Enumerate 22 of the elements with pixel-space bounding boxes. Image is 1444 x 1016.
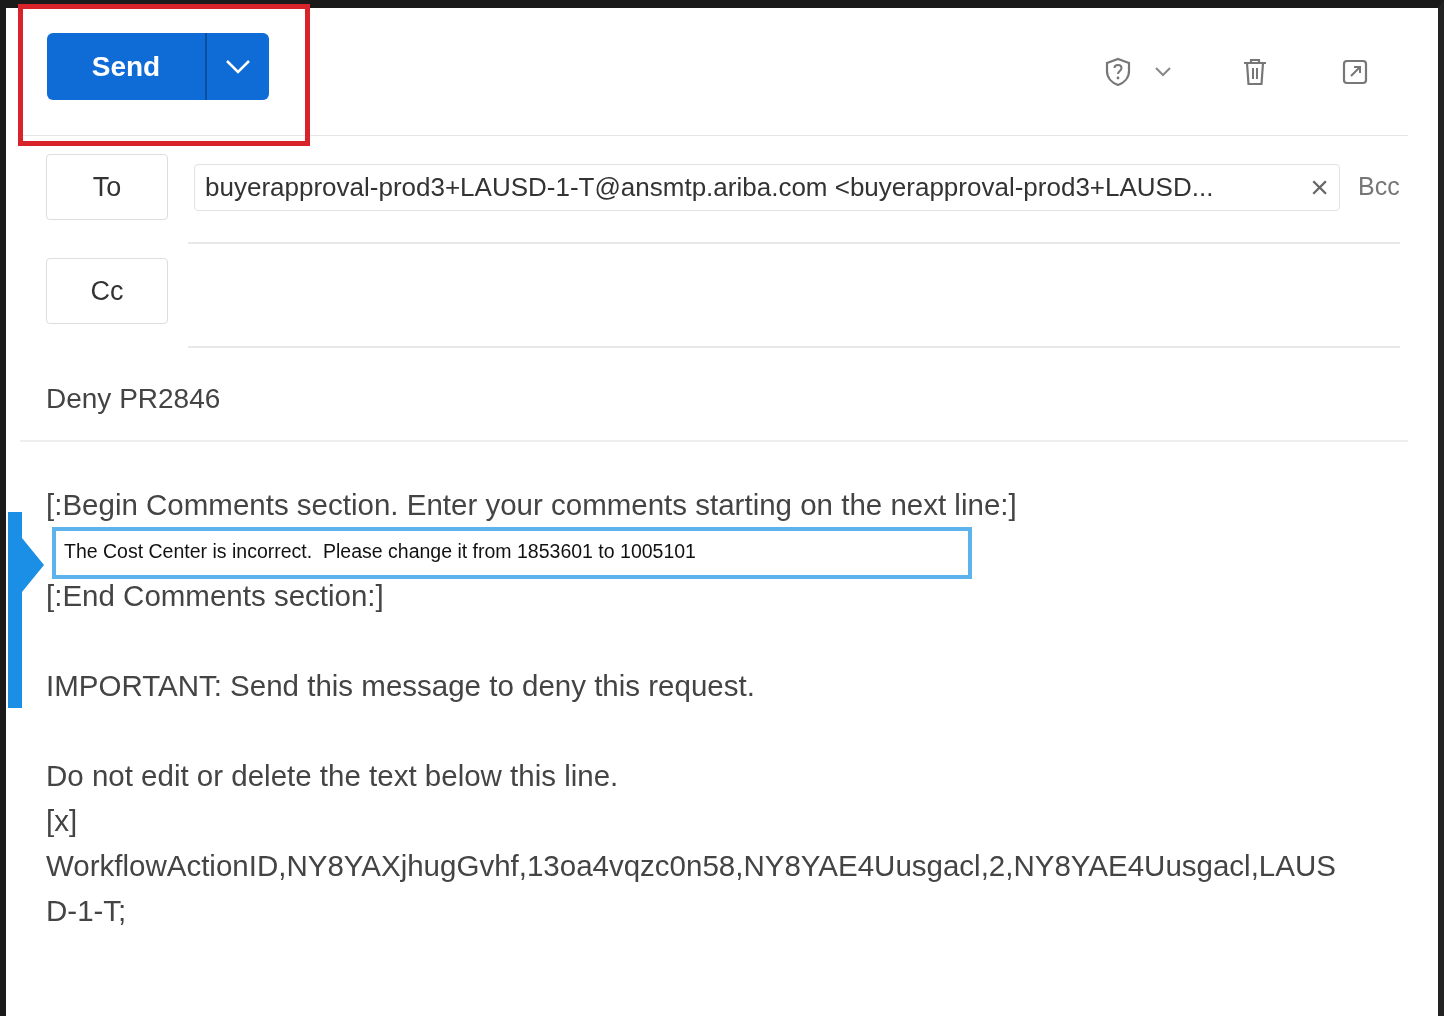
body-line: [:Begin Comments section. Enter your comments starting on the next line:] xyxy=(46,487,1018,523)
send-options-button[interactable] xyxy=(205,33,269,100)
cc-button[interactable]: Cc xyxy=(46,258,168,324)
body-line: Do not edit or delete the text below this line. xyxy=(46,758,620,794)
body-line: [x] xyxy=(46,803,79,839)
chevron-down-icon[interactable] xyxy=(1154,65,1172,78)
recipient-address: buyerapproval-prod3+LAUSD-1-T@ansmtp.ariba.com <buyerapproval-prod3+LAUSD... xyxy=(205,170,1214,204)
bcc-link[interactable]: Bcc xyxy=(1358,168,1400,206)
body-line: IMPORTANT: Send this message to deny this request. xyxy=(46,668,756,704)
pop-out-icon[interactable] xyxy=(1342,58,1368,85)
to-button[interactable]: To xyxy=(46,154,168,220)
send-button[interactable]: Send xyxy=(47,33,205,100)
trash-icon[interactable] xyxy=(1242,56,1268,87)
subject-text: Deny PR2846 xyxy=(46,383,221,414)
chevron-down-icon xyxy=(225,58,251,75)
comment-text: The Cost Center is incorrect. Please change it from 1853601 to 1005101 xyxy=(52,527,972,579)
recipient-chip[interactable]: buyerapproval-prod3+LAUSD-1-T@ansmtp.ariba.com <buyerapproval-prod3+LAUSD... × xyxy=(194,163,1340,211)
shield-question-icon[interactable] xyxy=(1104,56,1132,87)
body-line: [:End Comments section:] xyxy=(46,578,385,614)
body-line: D-1-T; xyxy=(46,893,128,929)
body-line: WorkflowActionID,NY8YAXjhugGvhf,13oa4vqzc0n58,NY8YAE4Uusgacl,2,NY8YAE4Uusgacl,LAUS xyxy=(46,848,1337,884)
remove-recipient-button[interactable]: × xyxy=(1302,171,1329,203)
